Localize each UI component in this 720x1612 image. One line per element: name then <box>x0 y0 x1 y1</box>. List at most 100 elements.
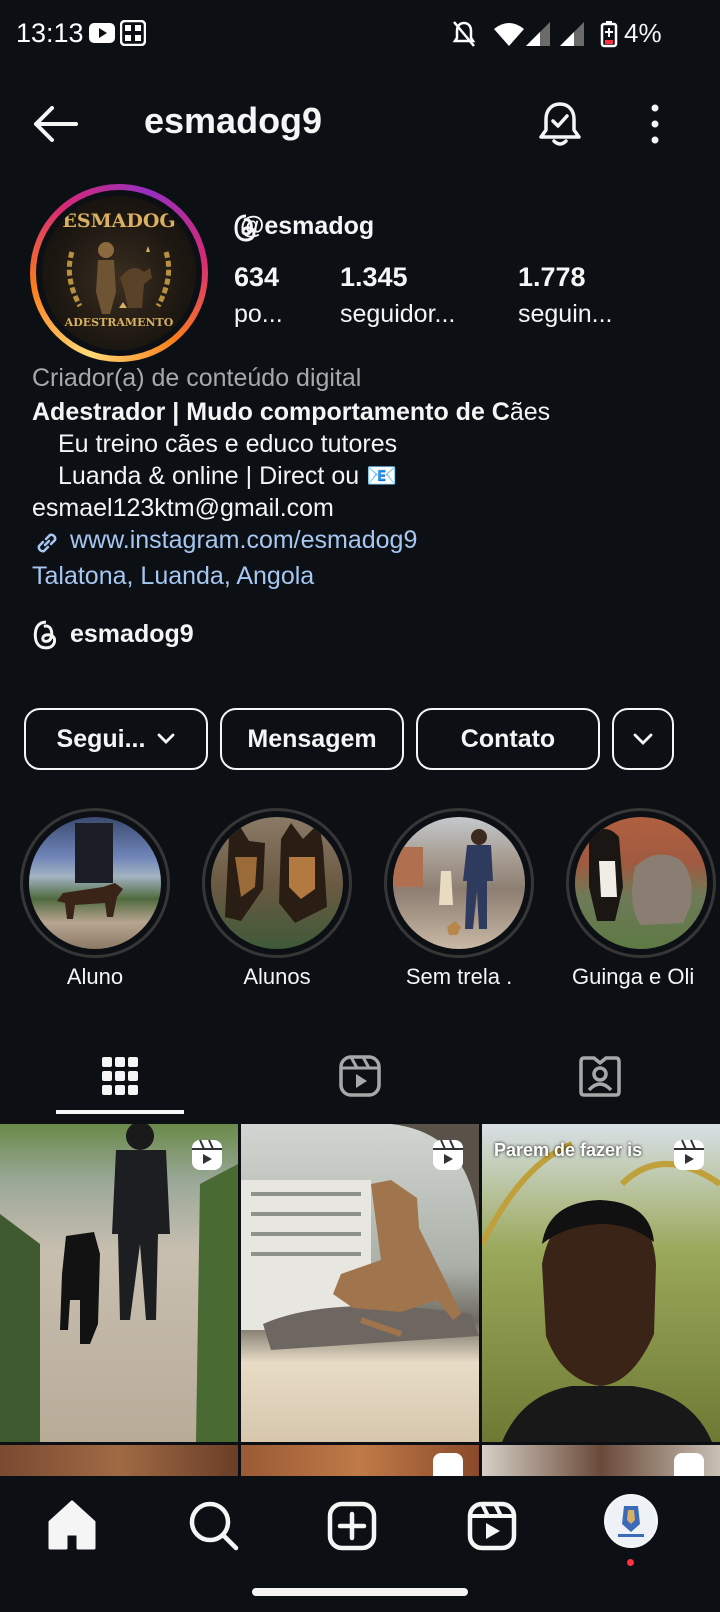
bio-headline-bold: Adestrador | Mudo comportamento de C <box>32 398 510 426</box>
home-icon <box>48 1500 96 1550</box>
reels-icon <box>339 1055 381 1097</box>
bio-line-3: Luanda & online | Direct ou 📧 <box>58 462 397 491</box>
logo-emblem <box>66 242 172 314</box>
status-bar: 13:13 4% <box>0 0 720 70</box>
followers-label[interactable]: seguidor... <box>340 300 455 329</box>
logo-bottom-text: ADESTRAMENTO <box>64 316 174 329</box>
tab-posts-grid[interactable] <box>0 1040 240 1112</box>
followers-count[interactable]: 1.345 <box>340 262 408 293</box>
threads-profile-link[interactable] <box>32 620 60 654</box>
post-thumbnail[interactable] <box>241 1124 479 1442</box>
nav-profile-avatar[interactable] <box>604 1494 658 1548</box>
highlight-label: Guinga e Oli <box>572 964 695 989</box>
message-button[interactable]: Mensagem <box>220 708 404 770</box>
logo-top-text: ESMADOG <box>62 210 176 232</box>
highlight-guinga-e-oli[interactable] <box>566 808 716 958</box>
following-label[interactable]: seguin... <box>518 300 613 329</box>
highlight-cover <box>211 817 343 949</box>
profile-category: Criador(a) de conteúdo digital <box>32 364 362 392</box>
signal-icon-1 <box>526 22 550 46</box>
wifi-icon <box>494 23 524 46</box>
post-thumbnail[interactable] <box>0 1445 238 1476</box>
dogs-photo <box>589 829 692 925</box>
tab-reels[interactable] <box>240 1040 480 1112</box>
plus-square-icon <box>327 1501 377 1551</box>
chevron-down-icon <box>633 733 653 745</box>
tagged-user-icon <box>579 1056 621 1097</box>
following-button[interactable]: Segui... <box>24 708 208 770</box>
status-time: 13:13 <box>16 18 84 48</box>
notification-dot <box>627 1559 634 1566</box>
dog-photo <box>57 823 123 919</box>
post-thumbnail[interactable] <box>241 1445 479 1476</box>
highlight-aluno[interactable] <box>20 808 170 958</box>
bio-headline-tail: ães <box>509 398 551 426</box>
nav-create[interactable] <box>322 1496 382 1556</box>
more-options-button[interactable] <box>640 100 670 148</box>
gesture-home-bar[interactable] <box>252 1588 468 1596</box>
grid-icon <box>102 1057 138 1095</box>
post-thumbnail[interactable] <box>482 1445 720 1476</box>
highlight-cover <box>29 817 161 949</box>
more-vertical-icon <box>651 104 659 144</box>
highlight-sem-trela[interactable] <box>384 808 534 958</box>
profile-avatar[interactable]: ESMADOG ADESTRAMENTO <box>36 190 202 356</box>
highlight-label: Sem trela . <box>405 964 513 989</box>
battery-icon <box>600 21 618 48</box>
bio-line-3-text: Luanda & online | Direct ou <box>58 462 360 490</box>
reel-badge-icon <box>433 1139 463 1170</box>
highlight-cover <box>393 817 525 949</box>
threads-icon <box>33 620 57 650</box>
bell-check-icon <box>539 102 581 146</box>
posts-label[interactable]: po... <box>234 300 283 329</box>
dogs-photo <box>225 823 327 923</box>
posts-count[interactable]: 634 <box>234 262 279 293</box>
header-username: esmadog9 <box>144 100 323 141</box>
battery-level: 4% <box>624 18 662 48</box>
highlight-label: Aluno <box>66 964 124 989</box>
threads-handle[interactable]: @esmadog <box>240 212 374 241</box>
signal-icon-2 <box>560 22 584 46</box>
arrow-left-icon <box>34 106 78 142</box>
reels-icon <box>467 1501 517 1551</box>
back-button[interactable] <box>30 100 82 148</box>
post-thumbnail[interactable] <box>0 1124 238 1442</box>
bio-line-2: Eu treino cães e educo tutores <box>58 430 398 458</box>
website-text[interactable]: www.instagram.com/esmadog9 <box>70 526 417 555</box>
nav-reels[interactable] <box>462 1496 522 1556</box>
nav-home[interactable] <box>42 1496 102 1556</box>
walk-photo <box>393 829 493 935</box>
message-button-label: Mensagem <box>247 724 377 753</box>
following-button-label: Segui... <box>56 724 146 753</box>
threads-link-text[interactable]: esmadog9 <box>70 620 194 649</box>
nav-search[interactable] <box>184 1496 244 1556</box>
post-thumbnail[interactable]: Parem de fazer is <box>482 1124 720 1442</box>
contact-button-label: Contato <box>460 724 556 753</box>
link-icon <box>37 533 57 553</box>
reel-badge-icon <box>192 1139 222 1170</box>
highlight-alunos[interactable] <box>202 808 352 958</box>
location-link[interactable]: Talatona, Luanda, Angola <box>32 562 314 591</box>
bell-muted-icon <box>452 21 476 47</box>
highlight-cover <box>575 817 707 949</box>
reel-badge-icon <box>674 1139 704 1170</box>
email-emoji: 📧 <box>366 462 398 490</box>
highlight-label: Alunos <box>243 964 311 989</box>
contact-button[interactable]: Contato <box>416 708 600 770</box>
app-grid-icon <box>120 20 146 46</box>
bio-headline: Adestrador | Mudo comportamento de Cães <box>32 398 550 427</box>
following-count[interactable]: 1.778 <box>518 262 586 293</box>
active-tab-indicator <box>56 1110 184 1114</box>
suggestions-toggle-button[interactable] <box>612 708 674 770</box>
reel-badge-icon <box>674 1453 704 1476</box>
youtube-icon <box>89 23 115 43</box>
post-caption-overlay: Parem de fazer is <box>494 1140 643 1160</box>
search-icon <box>189 1501 239 1551</box>
profile-avatar-thumb <box>606 1496 656 1546</box>
reel-badge-icon <box>433 1453 463 1476</box>
chevron-down-icon <box>158 733 175 744</box>
bio-email: esmael123ktm@gmail.com <box>32 494 334 522</box>
notifications-button[interactable] <box>536 98 584 150</box>
avatar-logo: ESMADOG ADESTRAMENTO <box>42 196 196 350</box>
tab-tagged[interactable] <box>480 1040 720 1112</box>
